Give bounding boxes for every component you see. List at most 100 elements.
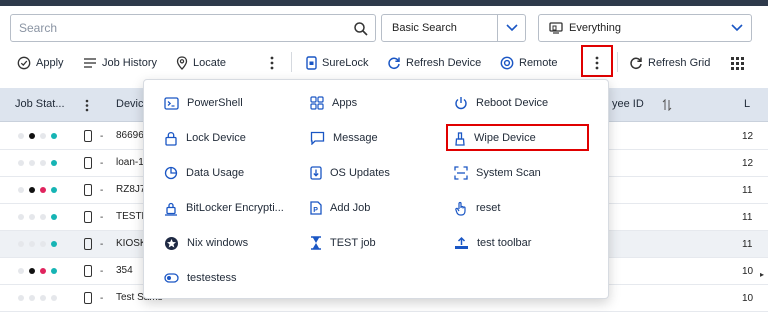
- search-input[interactable]: [19, 20, 349, 36]
- apply-label: Apply: [36, 57, 64, 69]
- search-row: Basic Search Everything: [0, 6, 768, 46]
- remote-label: Remote: [519, 57, 558, 69]
- status-dot: [18, 133, 24, 139]
- last-column-value: 12: [742, 131, 754, 142]
- menu-item-add-job[interactable]: P Add Job: [310, 197, 370, 219]
- kebab-icon[interactable]: [85, 99, 89, 112]
- menu-item-bitlocker[interactable]: BitLocker Encrypti...: [164, 197, 284, 219]
- apps-icon: [310, 96, 324, 110]
- search-mode-label: Basic Search: [392, 22, 457, 34]
- column-job-status[interactable]: Job Stat...: [15, 98, 65, 110]
- refresh-device-button[interactable]: Refresh Device: [387, 54, 481, 72]
- status-dot: [29, 187, 35, 193]
- menu-label: Data Usage: [186, 167, 245, 179]
- status-dot: [51, 160, 57, 166]
- sort-icon[interactable]: [662, 99, 672, 111]
- column-device[interactable]: Devic: [116, 98, 144, 110]
- search-icon[interactable]: [353, 21, 369, 37]
- surelock-button[interactable]: SureLock: [306, 54, 368, 72]
- menu-label: testestess: [187, 272, 237, 284]
- scope-select[interactable]: Everything: [538, 14, 752, 42]
- menu-label: Reboot Device: [476, 97, 549, 109]
- toolbar-divider: [617, 52, 618, 72]
- status-dot: [51, 295, 57, 301]
- grid-icon: [731, 56, 744, 70]
- search-mode-select[interactable]: Basic Search: [381, 14, 526, 42]
- search-box[interactable]: [10, 14, 376, 42]
- os-update-icon: [310, 166, 322, 180]
- refresh-device-label: Refresh Device: [406, 57, 482, 69]
- surelock-label: SureLock: [322, 57, 369, 69]
- column-last[interactable]: L: [744, 98, 750, 110]
- device-name[interactable]: KIOSK: [116, 238, 147, 249]
- device-name[interactable]: 354: [116, 265, 133, 276]
- status-dot: [18, 187, 24, 193]
- menu-item-data-usage[interactable]: Data Usage: [164, 162, 244, 184]
- phone-icon: [84, 292, 92, 304]
- row-separator: -: [100, 212, 104, 223]
- device-name[interactable]: loan-1: [116, 157, 144, 168]
- menu-item-nix-windows[interactable]: Nix windows: [164, 232, 248, 254]
- chevron-down-icon[interactable]: [497, 15, 525, 41]
- row-separator: -: [100, 266, 104, 277]
- toolbar: Apply Job History Locate SureLock Refres…: [0, 46, 768, 78]
- menu-label: Apps: [332, 97, 358, 109]
- status-dots: [18, 214, 57, 220]
- menu-label: Message: [333, 132, 378, 144]
- menu-label: PowerShell: [187, 97, 243, 109]
- status-dot: [29, 214, 35, 220]
- menu-item-test-job[interactable]: TEST job: [310, 232, 376, 254]
- menu-item-reset[interactable]: reset: [454, 197, 500, 219]
- device-name[interactable]: RZ8J7: [116, 184, 145, 195]
- refresh-grid-label: Refresh Grid: [648, 57, 711, 69]
- menu-label: Lock Device: [186, 132, 246, 144]
- status-dot: [18, 295, 24, 301]
- menu-item-testestess[interactable]: testestess: [164, 267, 237, 289]
- status-dot: [40, 214, 46, 220]
- remote-button[interactable]: Remote: [500, 54, 558, 72]
- menu-item-system-scan[interactable]: System Scan: [454, 162, 541, 184]
- kebab-icon: [270, 56, 274, 70]
- row-separator: -: [100, 293, 104, 304]
- menu-item-message[interactable]: Message: [310, 127, 378, 149]
- status-dot: [18, 214, 24, 220]
- scroll-right-icon[interactable]: ▸: [760, 270, 764, 279]
- phone-icon: [84, 265, 92, 277]
- menu-item-test-toolbar[interactable]: test toolbar: [454, 232, 531, 254]
- status-dot: [18, 268, 24, 274]
- power-icon: [455, 97, 467, 110]
- last-column-value: 10: [742, 293, 754, 304]
- column-settings-button[interactable]: [731, 54, 744, 72]
- status-dot: [29, 295, 35, 301]
- status-dot: [51, 268, 57, 274]
- status-dots: [18, 295, 57, 301]
- refresh-grid-button[interactable]: Refresh Grid: [629, 54, 710, 72]
- phone-icon: [84, 211, 92, 223]
- menu-label: reset: [476, 202, 501, 214]
- job-history-button[interactable]: Job History: [83, 54, 157, 72]
- device-name[interactable]: 86696: [116, 130, 144, 141]
- phone-icon: [84, 130, 92, 142]
- menu-item-powershell[interactable]: PowerShell: [164, 92, 243, 114]
- column-employee-id[interactable]: yee ID: [612, 98, 644, 110]
- status-dot: [29, 160, 35, 166]
- locate-button[interactable]: Locate: [176, 54, 226, 72]
- menu-item-apps[interactable]: Apps: [310, 92, 357, 114]
- check-circle-icon: [17, 56, 31, 70]
- hand-pointer-icon: [455, 201, 466, 216]
- job-history-label: Job History: [102, 57, 158, 69]
- phone-icon: [84, 157, 92, 169]
- more-options-button[interactable]: [270, 54, 274, 72]
- menu-item-os-updates[interactable]: OS Updates: [310, 162, 390, 184]
- apply-button[interactable]: Apply: [17, 54, 64, 72]
- chevron-down-icon[interactable]: [723, 15, 751, 41]
- toggle-icon: [164, 273, 179, 283]
- scan-icon: [454, 166, 468, 180]
- status-dot: [40, 295, 46, 301]
- menu-item-reboot-device[interactable]: Reboot Device: [454, 92, 548, 114]
- highlight-box: [581, 45, 613, 77]
- toolbar-divider: [291, 52, 292, 72]
- menu-item-lock-device[interactable]: Lock Device: [164, 127, 246, 149]
- menu-label: Add Job: [330, 202, 371, 214]
- phone-icon: [84, 238, 92, 250]
